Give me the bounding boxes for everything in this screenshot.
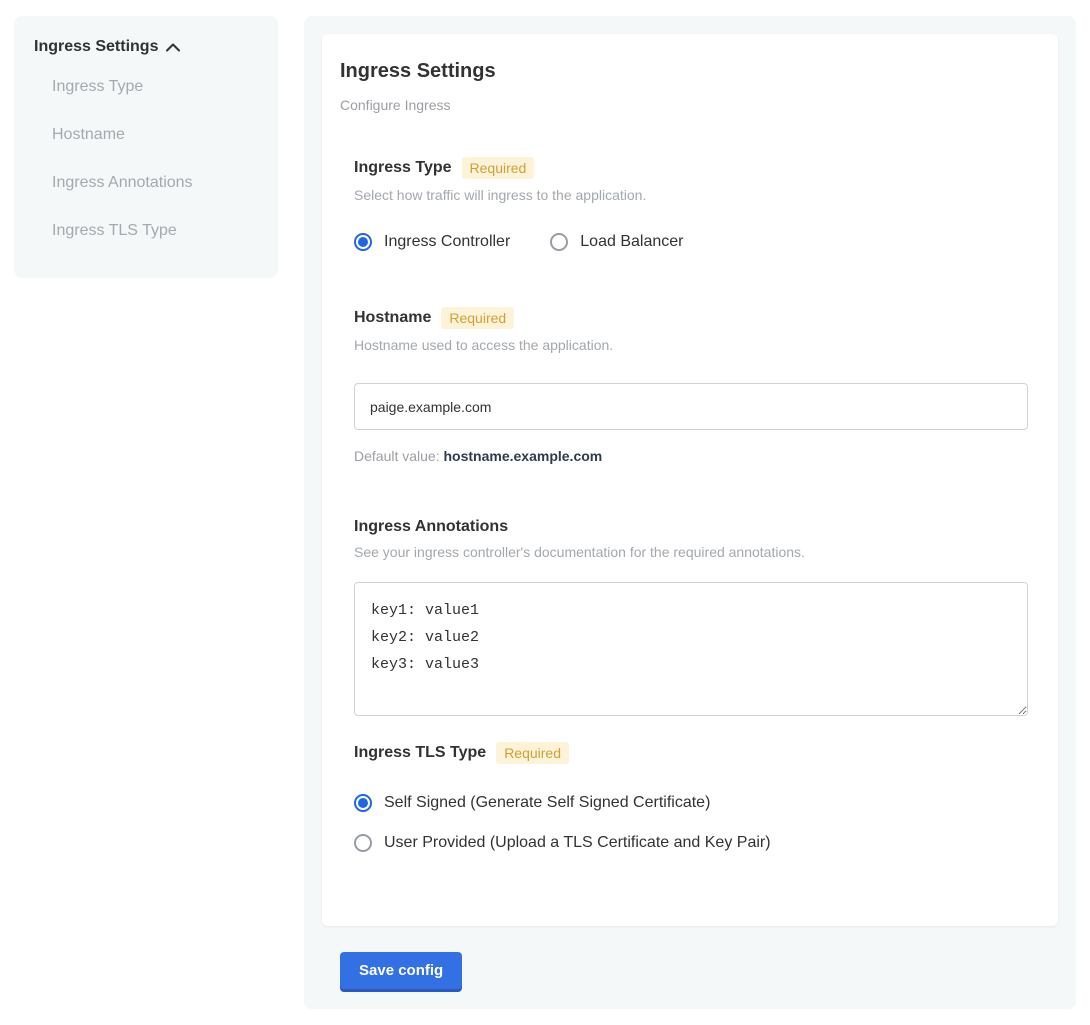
config-item-ingress-annotations: Ingress Annotations See your ingress con…: [354, 518, 1028, 716]
save-config-button[interactable]: Save config: [340, 952, 462, 989]
required-badge: Required: [496, 742, 569, 764]
ingress-type-title: Ingress Type: [354, 159, 452, 177]
sidebar-group-ingress-settings[interactable]: Ingress Settings: [34, 38, 258, 56]
config-item-ingress-tls-type: Ingress TLS Type Required Self Signed (G…: [354, 742, 1028, 852]
sidebar-item-ingress-annotations[interactable]: Ingress Annotations: [34, 164, 258, 202]
default-value: hostname.example.com: [444, 448, 603, 464]
radio-label: User Provided (Upload a TLS Certificate …: [384, 834, 771, 852]
annotations-title: Ingress Annotations: [354, 518, 508, 536]
annotations-textarea[interactable]: key1: value1 key2: value2 key3: value3: [354, 582, 1028, 716]
radio-button-icon[interactable]: [354, 794, 372, 812]
chevron-up-icon: [166, 43, 180, 52]
config-area: Ingress Settings Configure Ingress Ingre…: [304, 16, 1076, 1009]
ingress-type-radio-group: Ingress Controller Load Balancer: [354, 233, 1028, 251]
radio-option-user-provided[interactable]: User Provided (Upload a TLS Certificate …: [354, 834, 1028, 852]
card-title: Ingress Settings: [340, 60, 1028, 83]
config-item-hostname: Hostname Required Hostname used to acces…: [354, 307, 1028, 464]
radio-button-icon[interactable]: [354, 834, 372, 852]
annotations-help: See your ingress controller's documentat…: [354, 544, 1028, 560]
radio-label: Load Balancer: [580, 233, 683, 251]
ingress-type-help: Select how traffic will ingress to the a…: [354, 187, 1028, 203]
card-subtitle: Configure Ingress: [340, 97, 1028, 113]
hostname-input[interactable]: [354, 383, 1028, 430]
sidebar-item-hostname[interactable]: Hostname: [34, 116, 258, 154]
radio-button-icon[interactable]: [550, 233, 568, 251]
config-nav-sidebar: Ingress Settings Ingress Type Hostname I…: [14, 16, 278, 278]
page: Ingress Settings Ingress Type Hostname I…: [0, 0, 1090, 1025]
hostname-title: Hostname: [354, 309, 431, 327]
radio-option-ingress-controller[interactable]: Ingress Controller: [354, 233, 510, 251]
ingress-type-header: Ingress Type Required: [354, 157, 1028, 179]
hostname-header: Hostname Required: [354, 307, 1028, 329]
sidebar-group-label: Ingress Settings: [34, 38, 158, 56]
radio-label: Self Signed (Generate Self Signed Certif…: [384, 794, 710, 812]
annotations-header: Ingress Annotations: [354, 518, 1028, 536]
radio-option-self-signed[interactable]: Self Signed (Generate Self Signed Certif…: [354, 794, 1028, 812]
radio-button-icon[interactable]: [354, 233, 372, 251]
radio-label: Ingress Controller: [384, 233, 510, 251]
default-value-prefix: Default value:: [354, 448, 440, 464]
sidebar-item-list: Ingress Type Hostname Ingress Annotation…: [34, 68, 258, 250]
tls-header: Ingress TLS Type Required: [354, 742, 1028, 764]
hostname-help: Hostname used to access the application.: [354, 337, 1028, 353]
config-card: Ingress Settings Configure Ingress Ingre…: [322, 34, 1058, 926]
config-item-ingress-type: Ingress Type Required Select how traffic…: [354, 157, 1028, 251]
hostname-default-line: Default value: hostname.example.com: [354, 448, 1028, 464]
tls-title: Ingress TLS Type: [354, 744, 486, 762]
tls-radio-group: Self Signed (Generate Self Signed Certif…: [354, 794, 1028, 852]
required-badge: Required: [462, 157, 535, 179]
required-badge: Required: [441, 307, 514, 329]
sidebar-item-ingress-type[interactable]: Ingress Type: [34, 68, 258, 106]
sidebar-item-ingress-tls-type[interactable]: Ingress TLS Type: [34, 212, 258, 250]
radio-option-load-balancer[interactable]: Load Balancer: [550, 233, 683, 251]
